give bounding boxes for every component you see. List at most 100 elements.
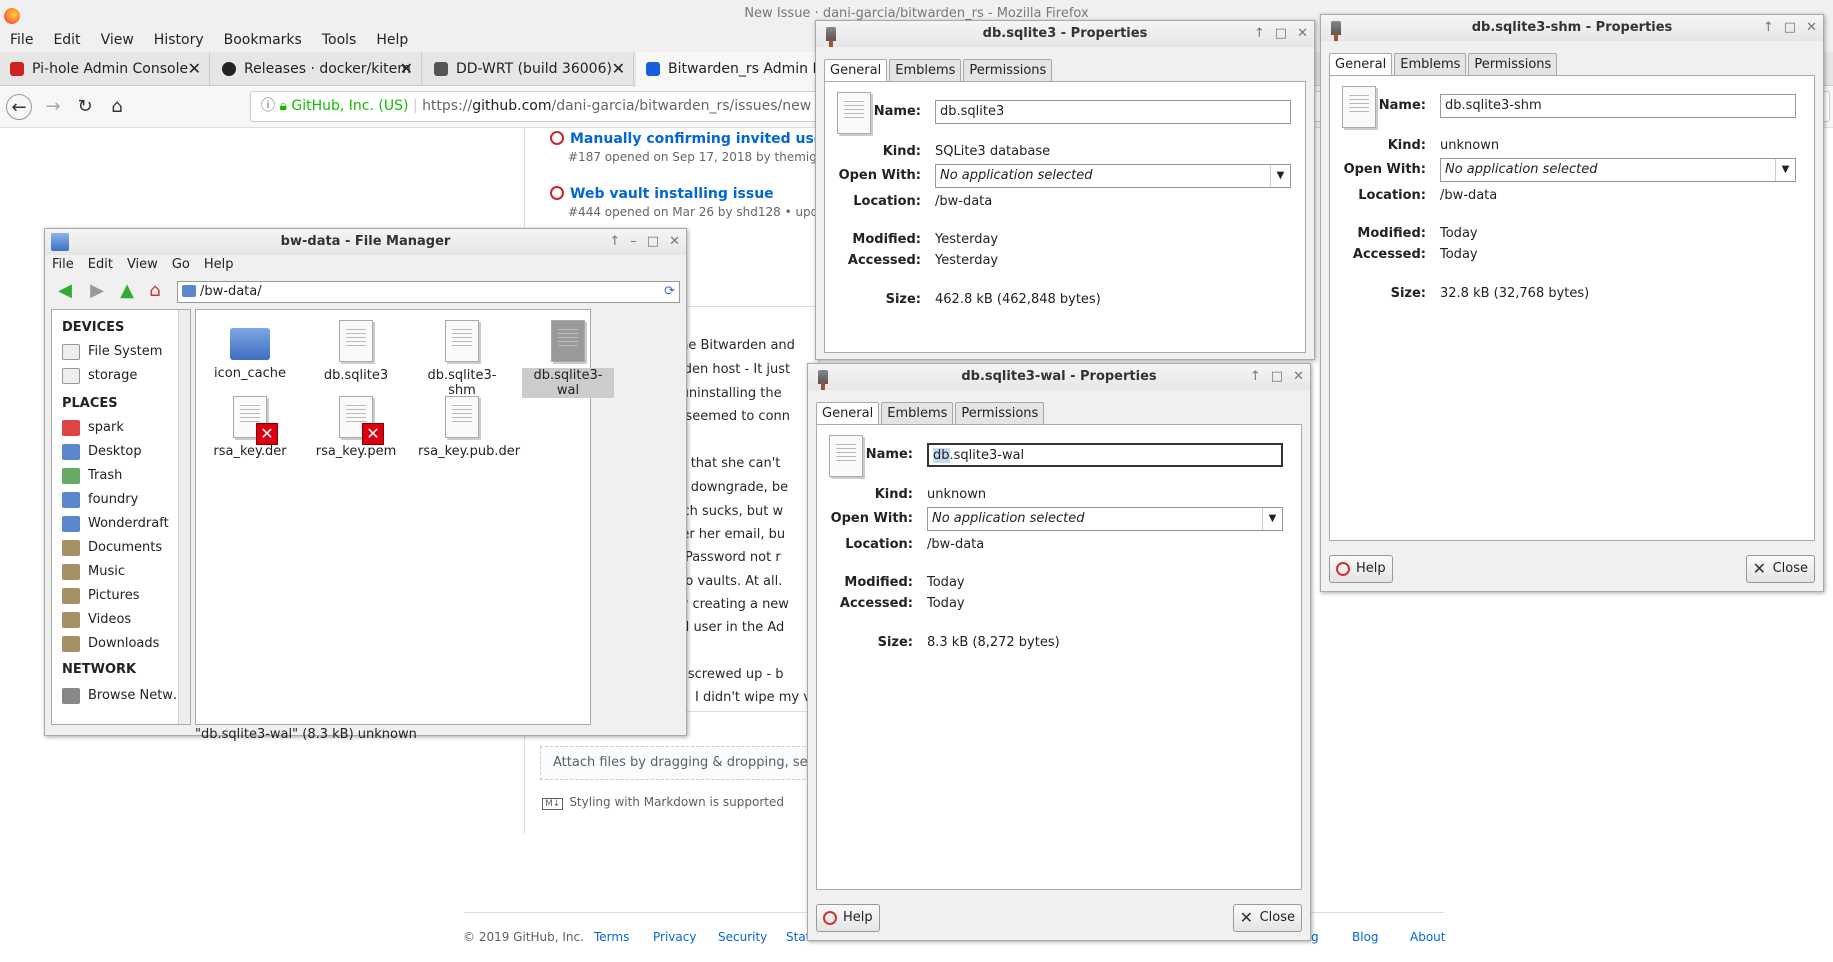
tab-emblems[interactable]: Emblems: [889, 59, 962, 81]
tab-general[interactable]: General: [1329, 53, 1393, 75]
side-item-trash[interactable]: Trash: [62, 468, 122, 484]
info-icon[interactable]: ⓘ: [261, 98, 275, 114]
location-bar[interactable]: /bw-data/ ⟳: [177, 281, 680, 303]
forward-arrow-icon[interactable]: →: [40, 94, 66, 120]
footer-link-blog[interactable]: Blog: [1352, 930, 1379, 944]
up-arrow-icon[interactable]: ▲: [117, 281, 137, 301]
side-item-music[interactable]: Music: [62, 564, 125, 580]
close-tab-icon[interactable]: ✕: [400, 52, 413, 86]
help-button[interactable]: Help: [1329, 555, 1393, 583]
maximize-icon[interactable]: ↑: [1254, 21, 1265, 47]
side-item-storage[interactable]: storage: [62, 368, 137, 384]
close-tab-icon[interactable]: ✕: [612, 52, 625, 86]
close-tab-icon[interactable]: ✕: [188, 52, 201, 86]
close-icon[interactable]: ✕: [1293, 364, 1304, 390]
restore-icon[interactable]: □: [1784, 15, 1796, 41]
location-value: /bw-data: [927, 537, 985, 552]
close-icon[interactable]: ✕: [1806, 15, 1817, 41]
properties-titlebar[interactable]: db.sqlite3-wal - Properties ↑ □ ✕: [808, 364, 1310, 390]
name-field[interactable]: db.sqlite3: [935, 100, 1291, 124]
home-icon[interactable]: ⌂: [145, 281, 165, 301]
forward-arrow-icon[interactable]: ▶: [87, 281, 107, 301]
footer-link-privacy[interactable]: Privacy: [653, 930, 696, 944]
tab-permissions[interactable]: Permissions: [963, 59, 1053, 81]
menu-bookmarks[interactable]: Bookmarks: [214, 28, 312, 52]
tab-emblems[interactable]: Emblems: [881, 402, 954, 424]
fm-menu-edit[interactable]: Edit: [81, 255, 120, 277]
footer-link-partial[interactable]: g: [1311, 930, 1319, 944]
side-item-browse-network[interactable]: Browse Netw…: [62, 688, 186, 704]
fm-menu-view[interactable]: View: [120, 255, 165, 277]
tab-emblems[interactable]: Emblems: [1394, 53, 1467, 75]
side-scrollbar[interactable]: [178, 310, 190, 724]
reload-icon[interactable]: ↻: [72, 94, 98, 120]
issue-title[interactable]: Manually confirming invited users w: [570, 131, 856, 147]
home-icon[interactable]: ⌂: [104, 94, 130, 120]
security-identity[interactable]: GitHub, Inc. (US): [291, 98, 408, 114]
restore-icon[interactable]: □: [647, 229, 659, 255]
minimize-icon[interactable]: –: [630, 229, 637, 255]
fm-menu-file[interactable]: File: [45, 255, 81, 277]
file-item-rsa-key-pub-der[interactable]: rsa_key.pub.der: [416, 396, 520, 459]
close-icon[interactable]: ✕: [669, 229, 680, 255]
side-item-file-system[interactable]: File System: [62, 344, 162, 360]
side-item-foundry[interactable]: foundry: [62, 492, 138, 508]
side-item-videos[interactable]: Videos: [62, 612, 131, 628]
file-item-db-sqlite3[interactable]: db.sqlite3: [310, 320, 402, 383]
side-item-desktop[interactable]: Desktop: [62, 444, 142, 460]
back-arrow-icon[interactable]: ◀: [55, 281, 75, 301]
issue-title[interactable]: Web vault installing issue: [570, 186, 774, 202]
refresh-icon[interactable]: ⟳: [664, 282, 675, 302]
open-with-select[interactable]: No application selected ▼: [927, 507, 1283, 531]
footer-link-security[interactable]: Security: [718, 930, 767, 944]
properties-titlebar[interactable]: db.sqlite3 - Properties ↑ □ ✕: [816, 21, 1314, 47]
side-item-documents[interactable]: Documents: [62, 540, 162, 556]
fm-menu-go[interactable]: Go: [165, 255, 197, 277]
side-item-spark[interactable]: spark: [62, 420, 124, 436]
maximize-icon[interactable]: ↑: [1763, 15, 1774, 41]
fm-menu-help[interactable]: Help: [197, 255, 241, 277]
close-icon[interactable]: ✕: [1297, 21, 1308, 47]
file-item-icon-cache[interactable]: icon_cache: [204, 320, 296, 381]
back-arrow-icon[interactable]: ←: [6, 94, 32, 120]
menu-edit[interactable]: Edit: [43, 28, 90, 52]
tab-permissions[interactable]: Permissions: [955, 402, 1045, 424]
side-item-pictures[interactable]: Pictures: [62, 588, 139, 604]
maximize-icon[interactable]: ↑: [609, 229, 620, 255]
file-item-db-sqlite3-shm[interactable]: db.sqlite3-shm: [416, 320, 508, 398]
open-with-select[interactable]: No application selected ▼: [935, 164, 1291, 188]
help-button[interactable]: Help: [816, 904, 880, 932]
name-field[interactable]: db.sqlite3-shm: [1440, 94, 1796, 118]
menu-view[interactable]: View: [91, 28, 144, 52]
issue-item[interactable]: Web vault installing issue #444 opened o…: [550, 186, 845, 219]
footer-link-about[interactable]: About: [1410, 930, 1445, 944]
menu-history[interactable]: History: [144, 28, 214, 52]
file-manager-titlebar[interactable]: bw-data - File Manager ↑ – □ ✕: [45, 229, 686, 255]
restore-icon[interactable]: □: [1271, 364, 1283, 390]
tab-pihole[interactable]: Pi-hole Admin Console ✕: [0, 52, 210, 86]
menu-tools[interactable]: Tools: [312, 28, 367, 52]
maximize-icon[interactable]: ↑: [1250, 364, 1261, 390]
footer-link-terms[interactable]: Terms: [594, 930, 629, 944]
side-item-wonderdraft[interactable]: Wonderdraft: [62, 516, 169, 532]
close-button[interactable]: ✕ Close: [1745, 555, 1815, 583]
attach-files-area[interactable]: Attach files by dragging & dropping, sel…: [540, 746, 820, 780]
close-button[interactable]: ✕ Close: [1232, 904, 1302, 932]
tab-general[interactable]: General: [816, 402, 880, 424]
tab-general[interactable]: General: [824, 59, 888, 81]
menu-file[interactable]: File: [0, 28, 43, 52]
name-field[interactable]: db.sqlite3-wal: [927, 443, 1283, 467]
restore-icon[interactable]: □: [1275, 21, 1287, 47]
issue-item[interactable]: Manually confirming invited users w #187…: [550, 131, 856, 164]
menu-help[interactable]: Help: [366, 28, 418, 52]
properties-window-shm: db.sqlite3-shm - Properties ↑ □ ✕ General …: [1320, 14, 1824, 592]
file-item-db-sqlite3-wal[interactable]: db.sqlite3-wal: [522, 320, 614, 398]
side-item-downloads[interactable]: Downloads: [62, 636, 159, 652]
open-with-select[interactable]: No application selected ▼: [1440, 158, 1796, 182]
file-item-rsa-key-der[interactable]: ✕ rsa_key.der: [204, 396, 296, 459]
tab-ddwrt[interactable]: DD-WRT (build 36006) - ✕: [424, 52, 634, 86]
tab-permissions[interactable]: Permissions: [1468, 53, 1558, 75]
file-item-rsa-key-pem[interactable]: ✕ rsa_key.pem: [310, 396, 402, 459]
properties-titlebar[interactable]: db.sqlite3-shm - Properties ↑ □ ✕: [1321, 15, 1823, 41]
tab-releases[interactable]: Releases · docker/kitem ✕: [212, 52, 422, 86]
